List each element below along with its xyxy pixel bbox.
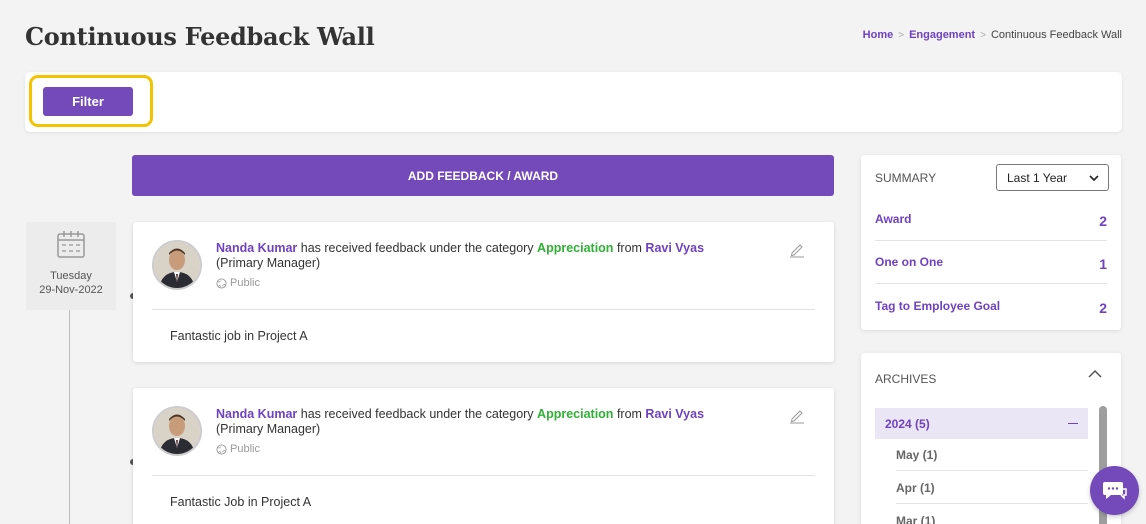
summary-row-award[interactable]: Award 2 <box>875 198 1107 241</box>
archive-month[interactable]: May (1) <box>896 439 1088 471</box>
period-select-value: Last 1 Year <box>1007 170 1068 185</box>
archive-month[interactable]: Apr (1) <box>896 472 1088 504</box>
giver-role: (Primary Manager) <box>216 256 321 270</box>
edit-icon[interactable] <box>788 406 806 424</box>
feedback-text: Nanda Kumar has received feedback under … <box>216 407 716 437</box>
timeline-day: Tuesday <box>50 270 92 282</box>
visibility: Public <box>216 443 260 455</box>
add-feedback-button[interactable]: ADD FEEDBACK / AWARD <box>132 155 834 196</box>
timeline-line <box>69 310 70 524</box>
breadcrumb-home[interactable]: Home <box>863 29 894 41</box>
card-divider <box>152 475 815 476</box>
recipient-link[interactable]: Nanda Kumar <box>216 241 297 255</box>
globe-icon <box>216 443 227 455</box>
summary-row-label: Tag to Employee Goal <box>875 298 1001 313</box>
filter-button[interactable]: Filter <box>43 87 133 116</box>
feedback-phrase: from <box>616 407 642 421</box>
summary-row-label: One on One <box>875 255 944 269</box>
feedback-card: Nanda Kumar has received feedback under … <box>133 222 834 362</box>
giver-role: (Primary Manager) <box>216 422 321 436</box>
archive-year-label: 2024 (5) <box>885 416 930 431</box>
chat-button[interactable] <box>1090 466 1139 515</box>
feedback-message: Fantastic job in Project A <box>170 329 308 343</box>
avatar <box>152 240 202 290</box>
chevron-right-icon: > <box>898 29 905 41</box>
edit-icon[interactable] <box>788 240 806 258</box>
summary-row-label: Award <box>875 212 912 226</box>
feedback-phrase: has received feedback under the category <box>300 407 534 421</box>
timeline-date-text: 29-Nov-2022 <box>39 284 103 296</box>
chevron-right-icon: > <box>980 29 986 41</box>
card-divider <box>152 309 815 310</box>
summary-panel: SUMMARY Last 1 Year Award 2 One on One 1… <box>861 155 1121 330</box>
summary-row-one-on-one[interactable]: One on One 1 <box>875 241 1107 284</box>
globe-icon <box>216 277 227 289</box>
category-link[interactable]: Appreciation <box>537 241 613 255</box>
archives-header: ARCHIVES <box>875 372 937 386</box>
filter-bar: Filter <box>25 72 1122 132</box>
breadcrumb: Home > Engagement > Continuous Feedback … <box>863 29 1122 41</box>
chat-icon <box>1102 481 1127 500</box>
feedback-message: Fantastic Job in Project A <box>170 495 312 509</box>
archive-year[interactable]: 2024 (5) <box>875 408 1088 439</box>
timeline-date: Tuesday 29-Nov-2022 <box>26 222 116 310</box>
feedback-text: Nanda Kumar has received feedback under … <box>216 241 716 271</box>
breadcrumb-current: Continuous Feedback Wall <box>990 29 1122 41</box>
feedback-phrase: from <box>616 241 642 255</box>
summary-header: SUMMARY <box>875 171 937 185</box>
feedback-card: Nanda Kumar has received feedback under … <box>133 388 834 524</box>
archive-month[interactable]: Mar (1) <box>896 505 1088 524</box>
giver-link[interactable]: Ravi Vyas <box>645 241 704 255</box>
chevron-up-icon[interactable] <box>1088 369 1102 379</box>
summary-row-goal[interactable]: Tag to Employee Goal 2 <box>875 284 1107 327</box>
visibility-label: Public <box>230 277 260 289</box>
summary-row-count: 1 <box>1099 256 1107 272</box>
giver-link[interactable]: Ravi Vyas <box>645 407 704 421</box>
visibility: Public <box>216 277 260 289</box>
category-link[interactable]: Appreciation <box>537 407 613 421</box>
page-title: Continuous Feedback Wall <box>25 22 375 51</box>
breadcrumb-engagement[interactable]: Engagement <box>909 29 975 41</box>
summary-row-count: 2 <box>1099 213 1107 229</box>
period-select[interactable]: Last 1 Year <box>996 164 1109 191</box>
summary-row-count: 2 <box>1099 299 1107 316</box>
minus-icon[interactable] <box>1068 423 1078 424</box>
recipient-link[interactable]: Nanda Kumar <box>216 407 297 421</box>
chevron-down-icon <box>1089 175 1099 182</box>
avatar <box>152 406 202 456</box>
calendar-icon <box>57 231 85 258</box>
visibility-label: Public <box>230 443 260 455</box>
feedback-phrase: has received feedback under the category <box>300 241 534 255</box>
archives-panel: ARCHIVES 2024 (5) May (1) Apr (1) Mar (1… <box>861 353 1121 524</box>
